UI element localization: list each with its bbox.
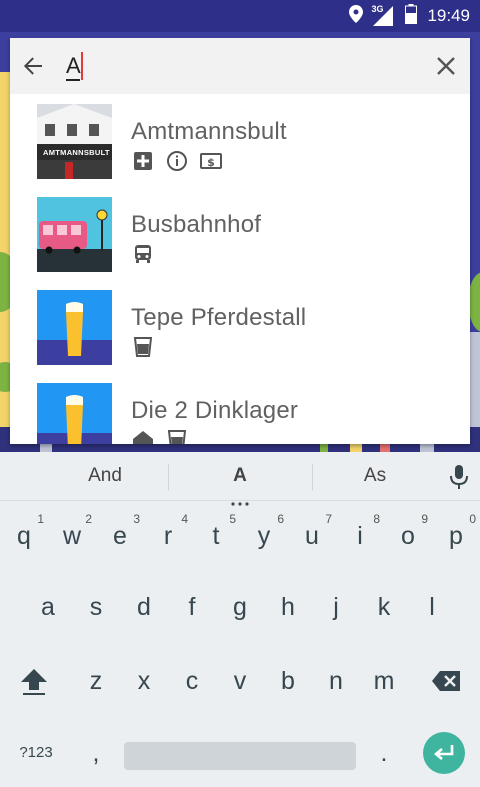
key-g[interactable]: g	[218, 578, 262, 636]
enter-key[interactable]	[423, 732, 465, 774]
thumb-sign-text: AMTMANNSBULT	[43, 148, 110, 157]
signal-icon: 3G	[371, 4, 395, 26]
network-type: 3G	[371, 4, 384, 14]
key-j[interactable]: j	[314, 578, 358, 636]
backspace-icon	[432, 671, 460, 691]
plus-square-icon	[132, 150, 154, 172]
result-tags: $	[132, 150, 222, 172]
result-title: Busbahnhof	[131, 211, 262, 238]
key-e[interactable]: e3	[98, 507, 142, 565]
key-d[interactable]: d	[122, 578, 166, 636]
place-photo: AMTMANNSBULT	[37, 104, 112, 179]
info-icon	[166, 150, 188, 172]
key-c[interactable]: c	[170, 652, 214, 710]
result-title: Tepe Pferdestall	[131, 304, 307, 331]
search-panel: A AMTMANNSBULT Amtmannsbult $ Busbahnhof…	[10, 38, 470, 444]
drink-photo	[37, 383, 112, 444]
shift-arrow-icon	[21, 669, 47, 695]
more-suggestions-dots	[230, 493, 250, 506]
result-title: Amtmannsbult	[131, 118, 287, 145]
key-u[interactable]: u7	[290, 507, 334, 565]
battery-icon	[405, 3, 418, 29]
list-item[interactable]: AMTMANNSBULT Amtmannsbult $	[10, 94, 470, 186]
period-key[interactable]: .	[362, 724, 406, 782]
keyboard: And A As q1 w2 e3 r4 t5 y6 u7 i8 o9 p0 a…	[0, 452, 480, 787]
divider	[312, 464, 313, 490]
search-input[interactable]: A	[66, 53, 81, 79]
drink-photo	[37, 290, 112, 365]
key-s[interactable]: s	[74, 578, 118, 636]
bus-icon	[132, 243, 154, 265]
key-v[interactable]: v	[218, 652, 262, 710]
key-x[interactable]: x	[122, 652, 166, 710]
enter-arrow-icon	[433, 745, 454, 760]
microphone-icon[interactable]	[448, 464, 470, 490]
house-icon	[132, 429, 154, 444]
key-a[interactable]: a	[26, 578, 70, 636]
list-item[interactable]: Tepe Pferdestall	[10, 280, 470, 372]
result-title: Die 2 Dinklager	[131, 397, 299, 424]
svg-text:$: $	[207, 156, 215, 169]
divider	[168, 464, 169, 490]
query-underline	[66, 79, 80, 81]
list-item[interactable]: Busbahnhof	[10, 187, 470, 279]
key-k[interactable]: k	[362, 578, 406, 636]
drink-glass-icon	[166, 429, 188, 444]
key-b[interactable]: b	[266, 652, 310, 710]
symbols-key[interactable]: ?123	[10, 724, 62, 782]
key-q[interactable]: q1	[2, 507, 46, 565]
key-w[interactable]: w2	[50, 507, 94, 565]
text-caret	[81, 52, 83, 80]
suggestion-strip: And A As	[0, 452, 480, 506]
key-o[interactable]: o9	[386, 507, 430, 565]
shift-key[interactable]	[12, 652, 56, 710]
result-tags	[132, 336, 154, 358]
suggestion-center[interactable]: A	[190, 465, 290, 487]
list-item[interactable]: Die 2 Dinklager	[10, 373, 470, 444]
location-icon	[349, 4, 364, 28]
key-h[interactable]: h	[266, 578, 310, 636]
clock: 19:49	[427, 6, 470, 25]
key-y[interactable]: y6	[242, 507, 286, 565]
key-n[interactable]: n	[314, 652, 358, 710]
suggestion-left[interactable]: And	[55, 465, 155, 487]
close-icon[interactable]	[434, 54, 458, 78]
comma-key[interactable]: ,	[74, 724, 118, 782]
key-m[interactable]: m	[362, 652, 406, 710]
key-t[interactable]: t5	[194, 507, 238, 565]
drink-glass-icon	[132, 336, 154, 358]
key-l[interactable]: l	[410, 578, 454, 636]
back-arrow-icon[interactable]	[20, 53, 46, 79]
key-i[interactable]: i8	[338, 507, 382, 565]
suggestion-right[interactable]: As	[325, 465, 425, 487]
space-bar[interactable]	[124, 742, 356, 770]
key-p[interactable]: p0	[434, 507, 478, 565]
backspace-key[interactable]	[424, 652, 468, 710]
key-f[interactable]: f	[170, 578, 214, 636]
search-bar: A	[10, 38, 470, 94]
status-bar: 3G 19:49	[0, 0, 480, 32]
money-icon: $	[200, 150, 222, 172]
key-r[interactable]: r4	[146, 507, 190, 565]
result-tags	[132, 243, 154, 265]
place-photo	[37, 197, 112, 272]
result-tags	[132, 429, 188, 444]
key-z[interactable]: z	[74, 652, 118, 710]
